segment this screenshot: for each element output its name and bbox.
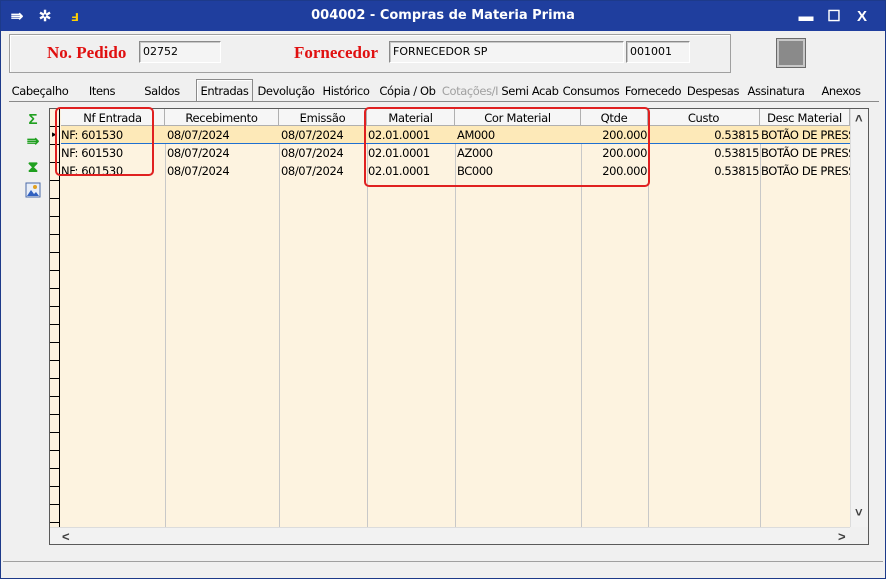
- scroll-right-icon[interactable]: >: [838, 529, 846, 544]
- horizontal-scrollbar[interactable]: < >: [50, 527, 850, 544]
- minimize-button[interactable]: ▬: [793, 5, 819, 27]
- scroll-down-icon[interactable]: ˅: [855, 505, 863, 520]
- sigma-icon[interactable]: Σ: [23, 110, 43, 128]
- window-title: 004002 - Compras de Materia Prima: [311, 8, 575, 23]
- cell-emissao: 08/07/2024: [281, 164, 344, 178]
- cell-custo: 0.53815: [714, 164, 759, 178]
- cell-desc-material: BOTÃO DE PRESSÃO: [761, 128, 850, 142]
- order-header: No. Pedido 02752 Fornecedor FORNECEDOR S…: [9, 34, 731, 73]
- fornecedor-name-field[interactable]: FORNECEDOR SP: [389, 41, 624, 63]
- tab-anexos[interactable]: Anexos: [813, 81, 869, 101]
- tab-despesas[interactable]: Despesas: [684, 81, 742, 101]
- scroll-left-icon[interactable]: <: [62, 529, 70, 544]
- tab-entradas[interactable]: Entradas: [196, 79, 253, 102]
- status-square-button[interactable]: [777, 39, 805, 67]
- cell-desc-material: BOTÃO DE PRESSÃO: [761, 164, 850, 178]
- annotation-box-nf: [55, 107, 154, 176]
- status-bar: [3, 561, 883, 577]
- export-icon[interactable]: ⇛: [23, 132, 43, 150]
- tab-copia[interactable]: Cópia / Ob: [376, 81, 439, 101]
- col-header-recebimento[interactable]: Recebimento: [165, 109, 279, 126]
- cell-recebimento: 08/07/2024: [167, 128, 230, 142]
- tab-historico[interactable]: Histórico: [319, 81, 373, 101]
- scrollbar-corner: [850, 527, 868, 544]
- tab-consumos[interactable]: Consumos: [561, 81, 621, 101]
- col-header-emissao[interactable]: Emissão: [279, 109, 367, 126]
- vertical-scrollbar[interactable]: ˄ ˅: [850, 109, 868, 527]
- cell-custo: 0.53815: [714, 146, 759, 160]
- fornecedor-label: Fornecedor: [294, 43, 379, 62]
- cell-recebimento: 08/07/2024: [167, 164, 230, 178]
- col-header-desc-material[interactable]: Desc Material: [760, 109, 850, 126]
- filter-down-icon[interactable]: ⧗: [23, 158, 43, 176]
- tab-cabecalho[interactable]: Cabeçalho: [11, 81, 69, 101]
- tab-devolucao[interactable]: Devolução: [255, 81, 317, 101]
- cell-desc-material: BOTÃO DE PRESSÃO: [761, 146, 850, 160]
- tab-itens[interactable]: Itens: [77, 81, 127, 101]
- cell-recebimento: 08/07/2024: [167, 146, 230, 160]
- close-button[interactable]: X: [849, 5, 875, 27]
- tab-strip: Cabeçalho Itens Saldos Entradas Devoluçã…: [9, 79, 879, 102]
- tab-divider: [9, 101, 879, 102]
- tab-saldos[interactable]: Saldos: [135, 81, 189, 101]
- col-header-custo[interactable]: Custo: [648, 109, 760, 126]
- scroll-up-icon[interactable]: ˄: [855, 111, 863, 126]
- cell-emissao: 08/07/2024: [281, 146, 344, 160]
- pedido-label: No. Pedido: [47, 43, 127, 62]
- tab-cotacoes: Cotações/I: [441, 84, 499, 98]
- maximize-button[interactable]: ☐: [821, 5, 847, 27]
- tab-semi-acab[interactable]: Semi Acab: [501, 81, 559, 101]
- title-bar: ⇛ ✲ ⅎ 004002 - Compras de Materia Prima …: [1, 1, 885, 31]
- tab-fornecedor[interactable]: Fornecedo: [623, 81, 683, 101]
- tab-assinatura[interactable]: Assinatura: [744, 81, 808, 101]
- annotation-box-material: [364, 107, 650, 187]
- image-icon[interactable]: [23, 181, 43, 199]
- pedido-field[interactable]: 02752: [139, 41, 221, 63]
- cell-custo: 0.53815: [714, 128, 759, 142]
- app-window: ⇛ ✲ ⅎ 004002 - Compras de Materia Prima …: [0, 0, 886, 579]
- fornecedor-code-field[interactable]: 001001: [626, 41, 690, 63]
- cell-emissao: 08/07/2024: [281, 128, 344, 142]
